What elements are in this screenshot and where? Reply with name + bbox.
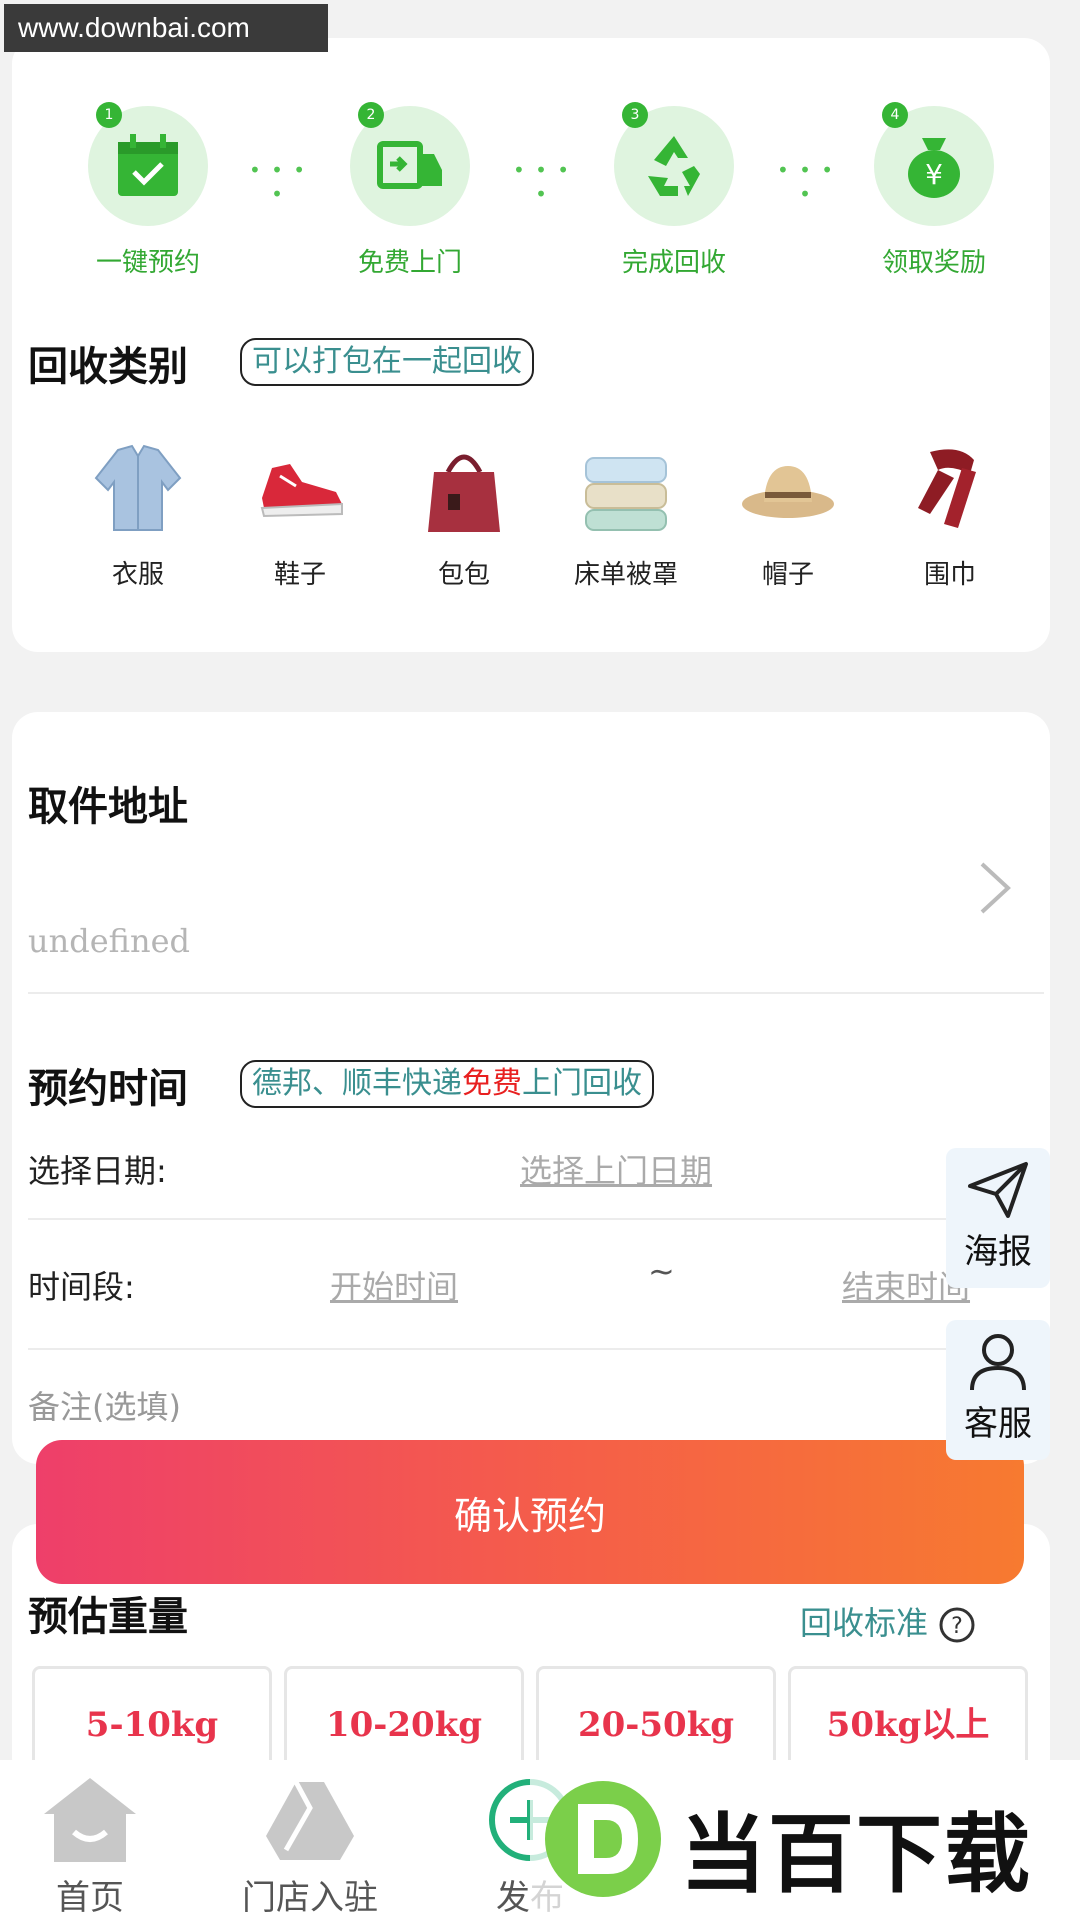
date-picker[interactable]: 选择上门日期 — [520, 1146, 712, 1192]
category-item-hats[interactable]: 帽子 — [718, 438, 858, 591]
address-value[interactable]: undefined — [28, 922, 190, 960]
step-label: 领取奖励 — [881, 248, 986, 278]
service-button[interactable]: 客服 — [946, 1320, 1050, 1460]
category-title: 回收类别 — [28, 344, 188, 390]
step-number: 2 — [358, 102, 384, 128]
handbag-icon — [428, 454, 500, 532]
time-tag: 德邦、顺丰快递免费上门回收 — [240, 1060, 654, 1108]
service-label: 客服 — [964, 1404, 1032, 1444]
category-item-bags[interactable]: 包包 — [394, 438, 534, 591]
paper-plane-icon — [968, 1162, 1028, 1218]
store-icon — [266, 1780, 354, 1860]
scarf-icon — [918, 449, 976, 528]
step-number: 1 — [96, 102, 122, 128]
tab-label: 门店入驻 — [242, 1878, 378, 1918]
divider — [28, 1218, 1044, 1220]
category-label: 衣服 — [111, 560, 164, 590]
category-item-shoes[interactable]: 鞋子 — [230, 438, 370, 591]
step-1: 1 一键预约 — [48, 102, 248, 279]
recycle-icon — [648, 136, 700, 196]
bedding-icon — [585, 457, 667, 531]
process-steps: 1 一键预约 • • • • 2 免费上门 • • • • 3 完成回收 • •… — [12, 102, 1050, 286]
svg-text:?: ? — [951, 1614, 963, 1639]
confirm-booking-button[interactable]: 确认预约 — [36, 1440, 1024, 1584]
category-label: 床单被罩 — [573, 560, 678, 590]
address-title: 取件地址 — [28, 784, 188, 830]
category-label: 包包 — [437, 560, 490, 590]
date-label: 选择日期: — [28, 1152, 167, 1190]
period-label: 时间段: — [28, 1268, 135, 1306]
start-time-picker[interactable]: 开始时间 — [330, 1262, 458, 1308]
truck-icon — [377, 141, 442, 189]
step-number: 4 — [882, 102, 908, 128]
brand-watermark: 当百下载 — [530, 1762, 1080, 1920]
category-label: 围巾 — [923, 560, 976, 590]
poster-label: 海报 — [964, 1232, 1032, 1272]
calendar-check-icon — [118, 134, 178, 196]
brand-logo-icon — [545, 1781, 661, 1897]
tag-text: 上门回收 — [522, 1066, 642, 1101]
question-circle-icon: ? — [939, 1607, 975, 1643]
time-separator: ~ — [648, 1252, 675, 1290]
sneaker-icon — [260, 464, 343, 518]
weight-title: 预估重量 — [28, 1594, 188, 1640]
step-2: 2 免费上门 — [310, 102, 510, 279]
category-item-scarves[interactable]: 围巾 — [880, 438, 1020, 591]
category-label: 帽子 — [761, 560, 814, 590]
divider — [28, 1348, 1044, 1350]
money-bag-icon: ¥ — [908, 138, 960, 198]
category-label: 鞋子 — [273, 560, 326, 590]
category-item-clothes[interactable]: 衣服 — [68, 438, 208, 591]
category-item-bedding[interactable]: 床单被罩 — [556, 438, 696, 591]
hat-icon — [742, 466, 834, 518]
recycle-standard-link[interactable]: 回收标准 ? — [800, 1598, 976, 1644]
svg-text:¥: ¥ — [925, 158, 943, 191]
step-label: 一键预约 — [95, 248, 200, 278]
step-4: 4 ¥ 领取奖励 — [834, 102, 1034, 279]
poster-button[interactable]: 海报 — [946, 1148, 1050, 1288]
step-3: 3 完成回收 — [574, 102, 774, 279]
time-title: 预约时间 — [28, 1066, 188, 1112]
tab-home[interactable]: 首页 — [0, 1760, 190, 1919]
step-connector: • • • • — [248, 158, 308, 206]
step-label: 完成回收 — [621, 248, 726, 278]
divider — [28, 992, 1044, 994]
jacket-icon — [94, 444, 182, 531]
step-number: 3 — [622, 102, 648, 128]
tab-store[interactable]: 门店入驻 — [210, 1760, 410, 1919]
standard-link-text: 回收标准 — [800, 1604, 929, 1642]
watermark-url: www.downbai.com — [4, 4, 328, 52]
home-icon — [44, 1778, 136, 1862]
step-connector: • • • • — [512, 158, 572, 206]
brand-text: 当百下载 — [680, 1805, 1032, 1905]
tab-label: 首页 — [56, 1878, 124, 1918]
person-icon — [970, 1334, 1026, 1391]
category-tag: 可以打包在一起回收 — [240, 338, 534, 386]
tag-text: 德邦、顺丰快递 — [252, 1066, 462, 1101]
booking-card: 取件地址 undefined 预约时间 德邦、顺丰快递免费上门回收 选择日期: … — [12, 712, 1050, 1464]
category-list: 衣服 鞋子 包包 床单被罩 帽子 围巾 — [52, 438, 1032, 618]
chevron-right-icon[interactable] — [974, 858, 1014, 918]
tag-text-free: 免费 — [462, 1066, 522, 1101]
step-label: 免费上门 — [357, 248, 462, 278]
process-card: 1 一键预约 • • • • 2 免费上门 • • • • 3 完成回收 • •… — [12, 38, 1050, 652]
note-input[interactable]: 备注(选填) — [28, 1382, 181, 1428]
